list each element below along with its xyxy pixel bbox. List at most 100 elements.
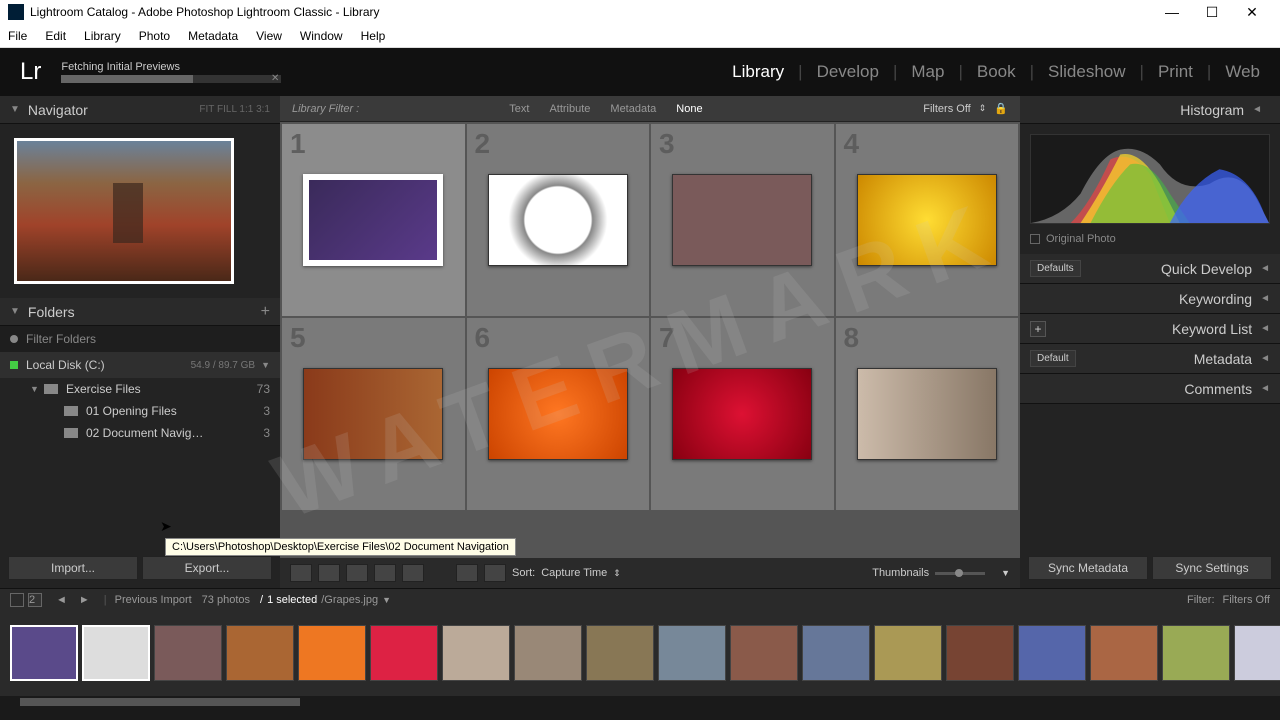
filmstrip-thumb[interactable]	[82, 625, 150, 681]
filmstrip-thumb[interactable]	[1090, 625, 1158, 681]
filmstrip-thumb[interactable]	[802, 625, 870, 681]
grid-view-button[interactable]	[290, 564, 312, 582]
menu-photo[interactable]: Photo	[139, 29, 170, 43]
filters-off-dropdown[interactable]: Filters Off	[923, 103, 970, 115]
folder-row[interactable]: 02 Document Navig…3	[0, 422, 280, 444]
default-dropdown[interactable]: Default	[1030, 350, 1076, 367]
grid-cell[interactable]: 1	[282, 124, 465, 316]
navigator-modes[interactable]: FIT FILL 1:1 3:1	[199, 104, 270, 115]
menu-window[interactable]: Window	[300, 29, 343, 43]
import-button[interactable]: Import...	[8, 556, 138, 580]
filmstrip-thumb[interactable]	[946, 625, 1014, 681]
filter-metadata[interactable]: Metadata	[610, 103, 656, 115]
chevron-down-icon[interactable]: ▼	[382, 595, 391, 605]
go-forward-icon[interactable]: ►	[79, 594, 90, 606]
add-keyword-icon[interactable]: +	[1030, 321, 1046, 337]
filmstrip-thumb[interactable]	[370, 625, 438, 681]
module-develop[interactable]: Develop	[817, 62, 879, 82]
menu-view[interactable]: View	[256, 29, 282, 43]
menu-file[interactable]: File	[8, 29, 27, 43]
loupe-view-button[interactable]	[318, 564, 340, 582]
defaults-dropdown[interactable]: Defaults	[1030, 260, 1081, 277]
maximize-button[interactable]: ☐	[1192, 4, 1232, 21]
grid-cell[interactable]: 5	[282, 318, 465, 510]
progress-cancel-icon[interactable]: ✕	[271, 73, 279, 84]
filters-off-dropdown[interactable]: Filters Off	[1223, 594, 1270, 606]
comments-header[interactable]: Comments ◄	[1020, 374, 1280, 404]
add-folder-icon[interactable]: +	[261, 303, 270, 321]
grid-cell[interactable]: 6	[467, 318, 650, 510]
sync-settings-button[interactable]: Sync Settings	[1152, 556, 1272, 580]
left-panel: ▼ Navigator FIT FILL 1:1 3:1 ▼ Folders +…	[0, 96, 280, 588]
filmstrip-thumb[interactable]	[154, 625, 222, 681]
sort-dropdown[interactable]: Capture Time	[541, 567, 607, 579]
grid-cell[interactable]: 7	[651, 318, 834, 510]
lock-icon[interactable]: 🔒	[994, 102, 1008, 115]
module-book[interactable]: Book	[977, 62, 1016, 82]
filter-none[interactable]: None	[676, 103, 702, 115]
grid-cell[interactable]: 3	[651, 124, 834, 316]
filmstrip-thumb[interactable]	[226, 625, 294, 681]
filmstrip-thumb[interactable]	[586, 625, 654, 681]
navigator-header[interactable]: ▼ Navigator FIT FILL 1:1 3:1	[0, 96, 280, 124]
export-button[interactable]: Export...	[142, 556, 272, 580]
module-print[interactable]: Print	[1158, 62, 1193, 82]
original-photo-checkbox[interactable]: Original Photo	[1030, 233, 1270, 245]
filmstrip-thumb[interactable]	[874, 625, 942, 681]
chevron-down-icon[interactable]: ▼	[1001, 568, 1010, 578]
menu-metadata[interactable]: Metadata	[188, 29, 238, 43]
status-source[interactable]: Previous Import	[115, 594, 192, 606]
quick-develop-header[interactable]: Defaults Quick Develop ◄	[1020, 254, 1280, 284]
go-back-icon[interactable]: ◄	[56, 594, 67, 606]
module-map[interactable]: Map	[911, 62, 944, 82]
navigator-preview[interactable]	[0, 124, 280, 298]
navigator-title: Navigator	[28, 102, 88, 118]
chevron-down-icon: ▼	[261, 360, 270, 370]
compare-view-button[interactable]	[346, 564, 368, 582]
histogram-panel: Original Photo	[1020, 124, 1280, 254]
filmstrip-thumb[interactable]	[658, 625, 726, 681]
filmstrip-thumb[interactable]	[10, 625, 78, 681]
filmstrip-thumb[interactable]	[1234, 625, 1280, 681]
filter-attribute[interactable]: Attribute	[549, 103, 590, 115]
menu-library[interactable]: Library	[84, 29, 121, 43]
folder-row[interactable]: ▼Exercise Files73	[0, 378, 280, 400]
metadata-header[interactable]: Default Metadata ◄	[1020, 344, 1280, 374]
disk-status-icon	[10, 361, 18, 369]
filter-text[interactable]: Text	[509, 103, 529, 115]
module-web[interactable]: Web	[1225, 62, 1260, 82]
sync-metadata-button[interactable]: Sync Metadata	[1028, 556, 1148, 580]
grid-cell[interactable]: 4	[836, 124, 1019, 316]
survey-view-button[interactable]	[374, 564, 396, 582]
module-library[interactable]: Library	[732, 62, 784, 82]
disk-row[interactable]: Local Disk (C:) 54.9 / 89.7 GB ▼	[0, 352, 280, 378]
thumbnail-size-slider[interactable]	[935, 572, 985, 575]
filmstrip-thumb[interactable]	[1018, 625, 1086, 681]
filmstrip-thumb[interactable]	[442, 625, 510, 681]
folder-filter[interactable]: Filter Folders	[0, 326, 280, 352]
menu-help[interactable]: Help	[361, 29, 386, 43]
keywording-header[interactable]: Keywording ◄	[1020, 284, 1280, 314]
filmstrip-thumb[interactable]	[514, 625, 582, 681]
folders-header[interactable]: ▼ Folders +	[0, 298, 280, 326]
people-view-button[interactable]	[402, 564, 424, 582]
grid-cell[interactable]: 8	[836, 318, 1019, 510]
histogram-header[interactable]: Histogram ◄	[1020, 96, 1280, 124]
module-slideshow[interactable]: Slideshow	[1048, 62, 1126, 82]
painter-button[interactable]	[456, 564, 478, 582]
folder-row[interactable]: 01 Opening Files3	[0, 400, 280, 422]
progress-label: Fetching Initial Previews	[61, 61, 281, 73]
keyword-list-header[interactable]: + Keyword List ◄	[1020, 314, 1280, 344]
center-panel: Library Filter : TextAttributeMetadataNo…	[280, 96, 1020, 588]
filmstrip-thumb[interactable]	[298, 625, 366, 681]
close-button[interactable]: ✕	[1232, 4, 1272, 21]
menu-edit[interactable]: Edit	[45, 29, 66, 43]
filmstrip-thumb[interactable]	[1162, 625, 1230, 681]
second-window-icon[interactable]: 2	[28, 593, 42, 607]
sort-direction-button[interactable]	[484, 564, 506, 582]
minimize-button[interactable]: —	[1152, 4, 1192, 20]
main-window-icon[interactable]	[10, 593, 24, 607]
filmstrip-thumb[interactable]	[730, 625, 798, 681]
filmstrip-scrollbar[interactable]	[0, 696, 1280, 708]
grid-cell[interactable]: 2	[467, 124, 650, 316]
